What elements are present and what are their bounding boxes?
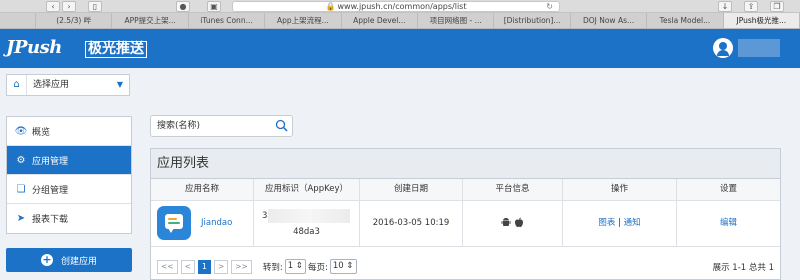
gear-icon: ⚙ [16,154,26,166]
download-icon[interactable]: ↓ [718,1,732,12]
user-name-redacted[interactable] [738,39,780,57]
appkey-end: 48da3 [293,227,320,237]
address-bar[interactable]: 🔒 www.jpush.cn/common/apps/list ↻ [232,1,560,12]
notify-link[interactable]: 通知 [624,218,641,228]
browser-tab[interactable]: App上架流程... [265,13,342,28]
column-header: 应用标识（AppKey） [254,179,360,200]
search-box [150,115,293,137]
tabs-overview-icon[interactable]: ❐ [770,1,784,12]
appkey-redacted [268,209,350,223]
column-header: 操作 [563,179,677,200]
bubble-line [168,222,180,224]
last-page-button[interactable]: >> [231,259,252,274]
create-app-button[interactable]: + 创建应用 [6,248,132,272]
sidebar-item-report-download[interactable]: ➤ 报表下载 [7,204,131,233]
panel-title: 应用列表 [151,149,780,179]
android-icon [501,218,511,226]
sidebar-item-label: 报表下载 [32,215,69,225]
goto-page-select[interactable]: 1 ⇕ [284,259,306,274]
column-header: 设置 [719,184,737,194]
app-selector-label: 选择应用 [33,80,70,90]
site-header: JPush 极光推送 [0,29,800,68]
lock-icon: 🔒 [325,2,336,11]
back-button[interactable]: ‹ [46,1,60,12]
column-header: 平台信息 [463,179,563,200]
browser-tab[interactable]: DOJ Now As... [571,13,648,28]
browser-tabs: (2.5/3) 哔 APP提交上架... iTunes Conn... App上… [0,13,800,29]
browser-tab[interactable]: [Distribution]... [494,13,571,28]
per-page-label: 每页: [307,262,328,273]
link-separator: | [618,218,621,228]
jpush-logo-cn[interactable]: 极光推送 [85,41,147,58]
created-date: 2016-03-05 10:19 [372,218,450,228]
sidebar-item-overview[interactable]: 👁 概览 [7,117,131,146]
per-page-select[interactable]: 10 ⇕ [329,259,357,274]
browser-tab[interactable]: (2.5/3) 哔 [36,13,113,28]
jpush-logo[interactable]: JPush [6,37,62,58]
bubble-line [168,218,177,220]
pagination: << < 1 > >> 转到: 1 ⇕ 每页: 10 ⇕ [157,259,359,274]
create-app-label: 创建应用 [60,256,97,267]
column-header: 创建日期 [360,179,463,200]
pagination-info: 展示 1-1 总共 1 [712,263,774,273]
tab-leading [0,13,36,28]
extension-icon[interactable]: ● [176,1,190,12]
plus-icon: + [40,253,53,266]
browser-tab-active[interactable]: JPush极光推... [723,13,800,28]
settings-cell: 编辑 [677,201,780,246]
search-input[interactable] [157,119,267,133]
browser-tab[interactable]: Apple Devel... [342,13,419,28]
user-avatar-icon[interactable] [713,38,733,58]
sidebar-item-label: 应用管理 [32,156,69,167]
platform-cell [463,201,563,246]
share-icon[interactable]: ⇪ [744,1,758,12]
column-header: 应用名称 [151,179,254,200]
sidebar-item-label: 概览 [32,127,51,138]
appkey-cell: 3a 48da3 [254,201,360,246]
next-page-button[interactable]: > [213,259,229,274]
forward-button[interactable]: › [62,1,76,12]
current-page-button[interactable]: 1 [197,259,211,274]
app-selector[interactable]: ⌂ 选择应用 ▼ [6,74,130,96]
browser-tab[interactable]: APP提交上架... [112,13,189,28]
browser-tab[interactable]: Tesla Model... [647,13,724,28]
per-page-value: 10 [332,261,344,271]
apple-icon [515,217,524,227]
address-text: www.jpush.cn/common/apps/list [337,2,467,11]
eye-icon: 👁 [14,125,28,137]
app-icon[interactable] [157,206,191,240]
first-page-button[interactable]: << [157,259,178,274]
sidebar-toggle-button[interactable]: ▯ [88,1,102,12]
goto-label: 转到: [262,262,283,273]
group-icon: ❏ [16,183,26,195]
chevron-down-icon: ▼ [116,80,123,89]
browser-tab[interactable]: iTunes Conn... [189,13,266,28]
edit-link[interactable]: 编辑 [720,218,737,228]
app-name-link[interactable]: Jiandao [201,201,232,246]
date-cell: 2016-03-05 10:19 [360,201,463,246]
reader-icon[interactable]: ▣ [207,1,221,12]
goto-page-value: 1 [287,261,294,271]
table-row: Jiandao 3a 48da3 2016-03-05 10:19 [151,201,780,247]
app-list-panel: 应用列表 应用名称 应用标识（AppKey） 创建日期 平台信息 操作 设置 J… [150,148,781,280]
operations-cell: 图表 | 通知 [563,201,677,246]
sidebar-item-group-management[interactable]: ❏ 分组管理 [7,175,131,204]
table-header: 应用名称 应用标识（AppKey） 创建日期 平台信息 操作 设置 [151,179,780,201]
send-icon: ➤ [16,213,26,224]
search-icon[interactable] [275,119,288,132]
sidebar-nav: 👁 概览 ⚙ 应用管理 ❏ 分组管理 ➤ 报表下载 [6,116,132,234]
reload-icon[interactable]: ↻ [546,2,553,11]
browser-tab[interactable]: 项目网络图 - ... [418,13,495,28]
browser-toolbar: ‹ › ▯ ● ▣ 🔒 www.jpush.cn/common/apps/list… [0,0,800,13]
app-name-cell: Jiandao [151,201,254,246]
sidebar-item-app-management[interactable]: ⚙ 应用管理 [7,146,131,175]
home-icon[interactable]: ⌂ [7,75,27,95]
sidebar-item-label: 分组管理 [32,185,69,196]
prev-page-button[interactable]: < [180,259,195,274]
chart-link[interactable]: 图表 [598,218,615,228]
